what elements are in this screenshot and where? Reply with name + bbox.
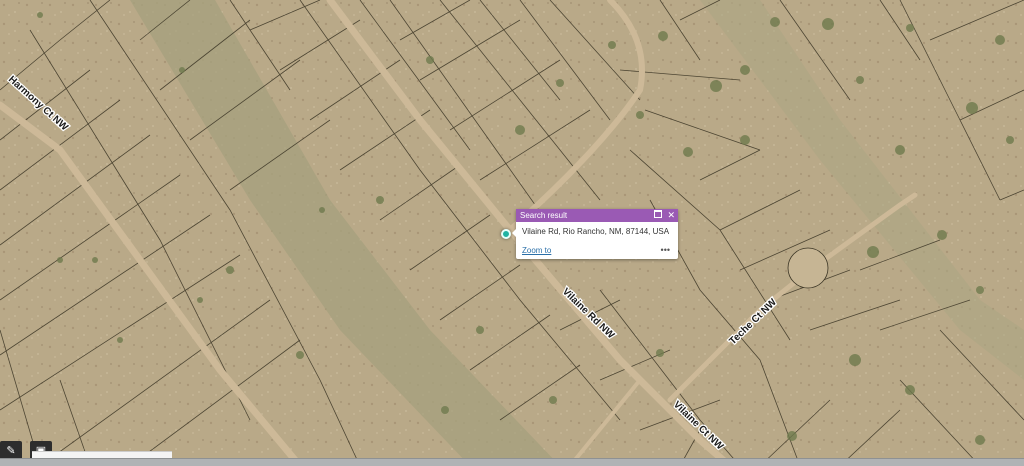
- popup-footer: Zoom to •••: [522, 245, 670, 255]
- popup-actions: ✕: [654, 209, 675, 222]
- popup-header: Search result ✕: [516, 209, 678, 222]
- popup-pointer: [512, 229, 516, 237]
- popup-address: Vilaine Rd, Rio Rancho, NM, 87144, USA: [522, 227, 670, 236]
- search-result-marker[interactable]: [501, 229, 511, 239]
- more-dots-icon[interactable]: •••: [661, 245, 670, 255]
- maximize-icon[interactable]: [654, 209, 663, 222]
- search-result-popup: Search result ✕ Vilaine Rd, Rio Rancho, …: [512, 209, 678, 259]
- bottom-bar: [0, 458, 1024, 466]
- popup-body: Vilaine Rd, Rio Rancho, NM, 87144, USA: [516, 222, 678, 236]
- popup-title: Search result: [520, 211, 568, 220]
- close-icon[interactable]: ✕: [667, 209, 675, 222]
- cul-de-sac: [787, 247, 829, 289]
- zoom-to-link[interactable]: Zoom to: [522, 246, 551, 255]
